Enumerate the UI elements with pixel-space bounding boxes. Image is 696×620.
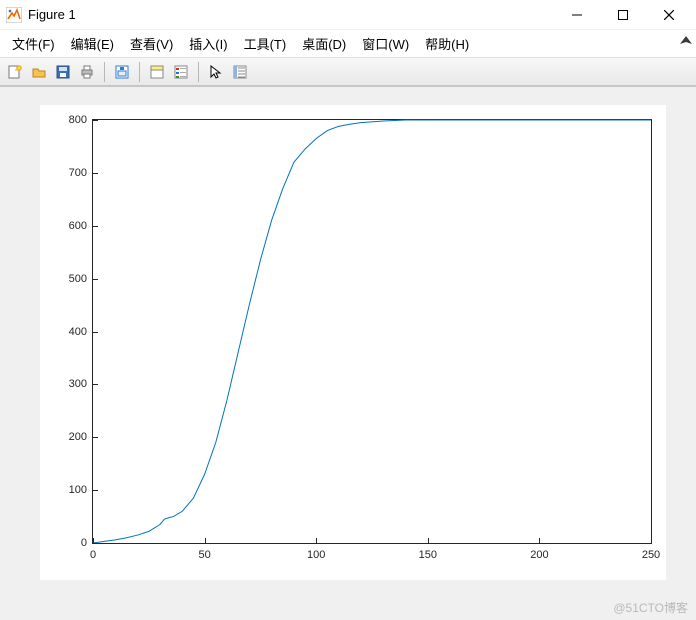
y-tick-label: 200 xyxy=(69,431,87,443)
brush-icon[interactable] xyxy=(229,61,251,83)
data-line xyxy=(93,120,651,543)
x-tick-label: 0 xyxy=(90,549,96,561)
y-tick-label: 600 xyxy=(69,220,87,232)
y-tick-label: 0 xyxy=(81,537,87,549)
new-figure-icon[interactable] xyxy=(4,61,26,83)
menubar: 文件(F) 编辑(E) 查看(V) 插入(I) 工具(T) 桌面(D) 窗口(W… xyxy=(0,30,696,58)
toolbar-separator xyxy=(139,62,140,82)
x-tick-label: 50 xyxy=(198,549,210,561)
print-icon[interactable] xyxy=(76,61,98,83)
y-tick-label: 100 xyxy=(69,484,87,496)
figure-canvas: 0 100 200 300 400 500 600 700 800 0 50 100 150 200 250… xyxy=(0,86,696,620)
matlab-figure-icon xyxy=(6,7,22,23)
y-tick-label: 800 xyxy=(69,114,87,126)
axes[interactable]: 0 100 200 300 400 500 600 700 800 0 50 100 150 200 250 xyxy=(40,105,666,580)
page-setup-icon[interactable] xyxy=(111,61,133,83)
cursor-icon[interactable] xyxy=(205,61,227,83)
y-tick-label: 300 xyxy=(69,378,87,390)
menu-desktop[interactable]: 桌面(D) xyxy=(294,30,354,57)
y-tick-label: 500 xyxy=(69,273,87,285)
save-icon[interactable] xyxy=(52,61,74,83)
close-button[interactable] xyxy=(646,0,692,30)
y-tick-label: 700 xyxy=(69,167,87,179)
menu-view[interactable]: 查看(V) xyxy=(122,30,181,57)
menu-window[interactable]: 窗口(W) xyxy=(354,30,417,57)
menu-edit[interactable]: 编辑(E) xyxy=(63,30,122,57)
x-tick-label: 100 xyxy=(307,549,325,561)
menu-help[interactable]: 帮助(H) xyxy=(417,30,477,57)
plot-box: 0100200300400500600700800050100150200250 xyxy=(92,119,652,544)
x-tick-label: 200 xyxy=(530,549,548,561)
y-tick-label: 400 xyxy=(69,326,87,338)
open-icon[interactable] xyxy=(28,61,50,83)
menu-tools[interactable]: 工具(T) xyxy=(236,30,295,57)
menu-file[interactable]: 文件(F) xyxy=(4,30,63,57)
minimize-button[interactable] xyxy=(554,0,600,30)
x-tick-label: 250 xyxy=(642,549,660,561)
quick-access-dropdown-icon[interactable] xyxy=(680,36,692,53)
watermark: @51CTO博客 xyxy=(613,599,688,616)
window-title: Figure 1 xyxy=(28,7,76,22)
maximize-button[interactable] xyxy=(600,0,646,30)
inspector-icon[interactable] xyxy=(146,61,168,83)
toolbar-separator xyxy=(104,62,105,82)
x-tick-label: 150 xyxy=(419,549,437,561)
legend-icon[interactable] xyxy=(170,61,192,83)
titlebar: Figure 1 xyxy=(0,0,696,30)
menu-insert[interactable]: 插入(I) xyxy=(181,30,235,57)
toolbar-separator xyxy=(198,62,199,82)
toolbar xyxy=(0,58,696,86)
